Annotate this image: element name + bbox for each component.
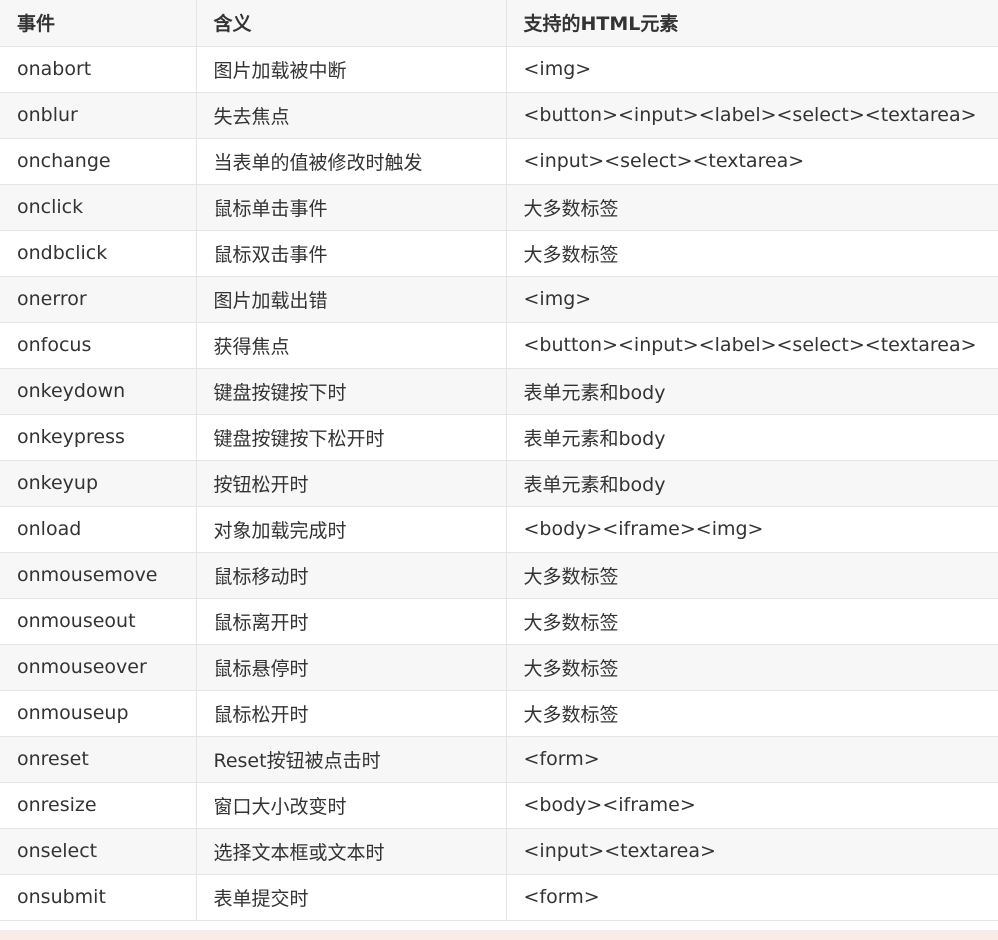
cell-supported-elements: 表单元素和body xyxy=(506,414,998,461)
cell-supported-elements: <body><iframe><img> xyxy=(506,506,998,553)
cell-supported-elements: <button><input><label><select><textarea> xyxy=(506,92,998,139)
cell-event: onmouseup xyxy=(0,690,197,737)
table-row: onload 对象加载完成时 <body><iframe><img> xyxy=(0,506,998,553)
cell-supported-elements: <img> xyxy=(506,276,998,323)
cell-meaning: 按钮松开时 xyxy=(196,460,507,507)
cell-event: onkeydown xyxy=(0,368,197,415)
cell-event: ondbclick xyxy=(0,230,197,277)
table-body: onabort 图片加载被中断 <img> onblur 失去焦点 <button><in… xyxy=(0,46,998,921)
cell-supported-elements: <body><iframe> xyxy=(506,782,998,829)
table-row: onmouseup 鼠标松开时 大多数标签 xyxy=(0,690,998,737)
cell-supported-elements: <form> xyxy=(506,736,998,783)
table-row: ondbclick 鼠标双击事件 大多数标签 xyxy=(0,230,998,277)
bottom-strip xyxy=(0,930,998,940)
cell-meaning: 鼠标双击事件 xyxy=(196,230,507,277)
cell-supported-elements: <input><select><textarea> xyxy=(506,138,998,185)
cell-meaning: 失去焦点 xyxy=(196,92,507,139)
cell-event: onkeyup xyxy=(0,460,197,507)
cell-meaning: 窗口大小改变时 xyxy=(196,782,507,829)
cell-supported-elements: <form> xyxy=(506,874,998,921)
cell-event: onreset xyxy=(0,736,197,783)
header-event: 事件 xyxy=(0,0,197,47)
cell-event: onmousemove xyxy=(0,552,197,599)
cell-meaning: 获得焦点 xyxy=(196,322,507,369)
cell-meaning: 表单提交时 xyxy=(196,874,507,921)
cell-event: onchange xyxy=(0,138,197,185)
cell-meaning: 图片加载出错 xyxy=(196,276,507,323)
table-row: onkeyup 按钮松开时 表单元素和body xyxy=(0,460,998,507)
table-row: onresize 窗口大小改变时 <body><iframe> xyxy=(0,782,998,829)
cell-meaning: 键盘按键按下时 xyxy=(196,368,507,415)
cell-supported-elements: <button><input><label><select><textarea> xyxy=(506,322,998,369)
cell-event: onmouseout xyxy=(0,598,197,645)
cell-meaning: 选择文本框或文本时 xyxy=(196,828,507,875)
cell-meaning: 鼠标移动时 xyxy=(196,552,507,599)
cell-supported-elements: 表单元素和body xyxy=(506,368,998,415)
table-row: onkeydown 键盘按键按下时 表单元素和body xyxy=(0,368,998,415)
cell-meaning: Reset按钮被点击时 xyxy=(196,736,507,783)
header-supported-elements: 支持的HTML元素 xyxy=(506,0,998,47)
events-table-container: 事件 含义 支持的HTML元素 onabort 图片加载被中断 <img> onblu… xyxy=(0,0,998,940)
cell-supported-elements: 大多数标签 xyxy=(506,644,998,691)
cell-supported-elements: <input><textarea> xyxy=(506,828,998,875)
table-row: onerror 图片加载出错 <img> xyxy=(0,276,998,323)
cell-supported-elements: 大多数标签 xyxy=(506,230,998,277)
cell-event: onclick xyxy=(0,184,197,231)
cell-supported-elements: 大多数标签 xyxy=(506,184,998,231)
table-row: onkeypress 键盘按键按下松开时 表单元素和body xyxy=(0,414,998,461)
cell-meaning: 当表单的值被修改时触发 xyxy=(196,138,507,185)
events-table: 事件 含义 支持的HTML元素 onabort 图片加载被中断 <img> onblu… xyxy=(0,0,998,921)
cell-meaning: 鼠标松开时 xyxy=(196,690,507,737)
cell-supported-elements: 表单元素和body xyxy=(506,460,998,507)
cell-event: onresize xyxy=(0,782,197,829)
cell-supported-elements: 大多数标签 xyxy=(506,690,998,737)
cell-event: onblur xyxy=(0,92,197,139)
cell-meaning: 鼠标悬停时 xyxy=(196,644,507,691)
cell-supported-elements: 大多数标签 xyxy=(506,552,998,599)
cell-event: onselect xyxy=(0,828,197,875)
table-row: onmousemove 鼠标移动时 大多数标签 xyxy=(0,552,998,599)
cell-meaning: 键盘按键按下松开时 xyxy=(196,414,507,461)
table-row: onabort 图片加载被中断 <img> xyxy=(0,46,998,93)
table-row: onclick 鼠标单击事件 大多数标签 xyxy=(0,184,998,231)
cell-event: onmouseover xyxy=(0,644,197,691)
cell-event: onload xyxy=(0,506,197,553)
cell-supported-elements: <img> xyxy=(506,46,998,93)
cell-event: onfocus xyxy=(0,322,197,369)
table-row: onblur 失去焦点 <button><input><label><select>… xyxy=(0,92,998,139)
cell-meaning: 鼠标离开时 xyxy=(196,598,507,645)
cell-supported-elements: 大多数标签 xyxy=(506,598,998,645)
table-row: onmouseout 鼠标离开时 大多数标签 xyxy=(0,598,998,645)
table-row: onfocus 获得焦点 <button><input><label><select… xyxy=(0,322,998,369)
header-row: 事件 含义 支持的HTML元素 xyxy=(0,0,998,47)
cell-event: onkeypress xyxy=(0,414,197,461)
table-row: onchange 当表单的值被修改时触发 <input><select><texta… xyxy=(0,138,998,185)
cell-event: onsubmit xyxy=(0,874,197,921)
table-row: onmouseover 鼠标悬停时 大多数标签 xyxy=(0,644,998,691)
cell-meaning: 图片加载被中断 xyxy=(196,46,507,93)
header-meaning: 含义 xyxy=(196,0,507,47)
cell-meaning: 鼠标单击事件 xyxy=(196,184,507,231)
table-row: onsubmit 表单提交时 <form> xyxy=(0,874,998,921)
table-row: onselect 选择文本框或文本时 <input><textarea> xyxy=(0,828,998,875)
cell-event: onabort xyxy=(0,46,197,93)
cell-event: onerror xyxy=(0,276,197,323)
cell-meaning: 对象加载完成时 xyxy=(196,506,507,553)
table-row: onreset Reset按钮被点击时 <form> xyxy=(0,736,998,783)
table-header: 事件 含义 支持的HTML元素 xyxy=(0,0,998,47)
